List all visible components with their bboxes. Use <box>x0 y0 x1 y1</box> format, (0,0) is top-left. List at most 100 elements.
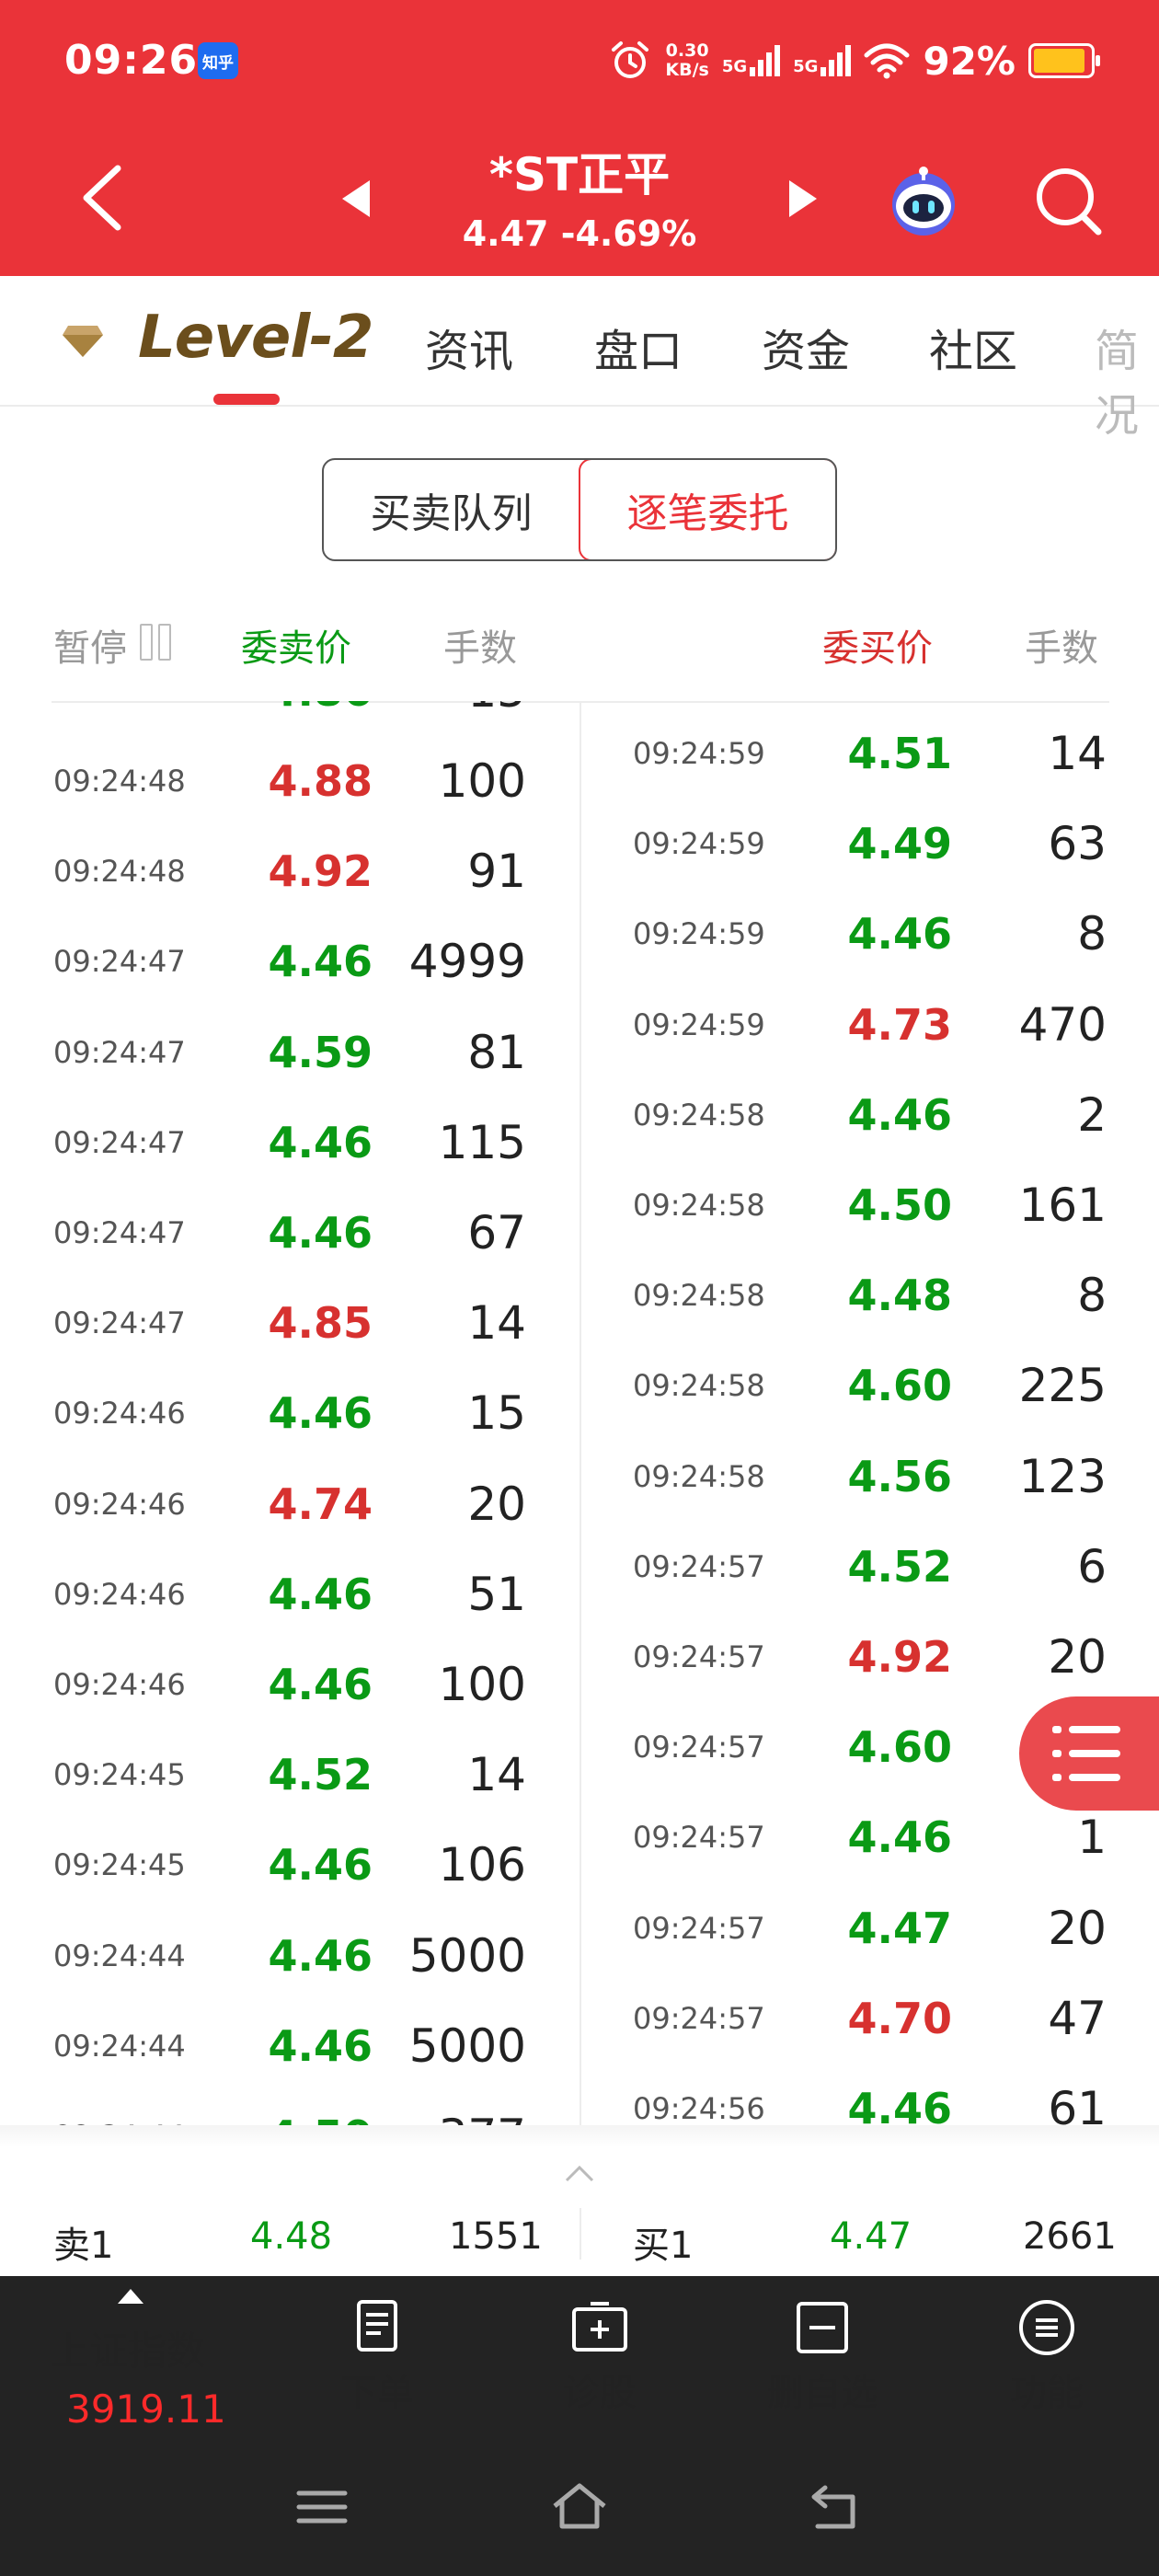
order-price: 4.46 <box>268 1388 373 1439</box>
zhihu-notification-icon: 知乎 <box>198 42 238 79</box>
tab-quote[interactable]: 盘口 <box>594 315 683 379</box>
table-row[interactable]: 09:24:46 4.74 20 <box>0 1459 580 1549</box>
diagnose-icon <box>572 2302 627 2352</box>
system-back-icon[interactable] <box>805 2475 869 2539</box>
table-row[interactable]: 09:24:48 4.88 100 <box>0 736 580 826</box>
nav-order-button[interactable]: 下单 <box>294 2298 460 2416</box>
buy-orders-list[interactable]: 09:24:59 4.51 14 09:24:59 4.49 63 09:24:59 4.46… <box>581 701 1159 2141</box>
order-time: 09:24:47 <box>53 1215 186 1250</box>
table-row[interactable]: 09:24:57 4.47 20 <box>581 1883 1159 1973</box>
table-row[interactable]: 09:24:59 4.49 63 <box>581 799 1159 889</box>
order-price: 4.74 <box>268 1478 373 1529</box>
order-qty: 123 <box>1018 1449 1107 1503</box>
nav-remove-watch-button[interactable]: 删自选 <box>740 2298 905 2416</box>
search-icon[interactable] <box>1032 164 1106 237</box>
order-price: 4.88 <box>268 756 373 806</box>
table-row-partial[interactable]: 4.86 15 <box>0 701 580 736</box>
sell-orders-list[interactable]: 4.861509:24:484.8810009:24:484.929109:24… <box>0 701 580 2141</box>
stock-price-change: 4.47 -4.69% <box>462 213 697 254</box>
status-time: 09:26 <box>64 37 199 84</box>
order-qty: 20 <box>1048 1630 1107 1684</box>
table-row[interactable]: 09:24:59 4.51 14 <box>581 708 1159 799</box>
table-row[interactable]: 09:24:57 4.92 20 <box>581 1612 1159 1702</box>
chevron-up-icon[interactable] <box>563 2162 596 2184</box>
table-row[interactable]: 09:24:47 4.46 115 <box>0 1098 580 1188</box>
order-qty: 2 <box>1077 1087 1107 1142</box>
nav-diagnose-button[interactable]: 诊股 <box>517 2298 683 2416</box>
table-row[interactable]: 09:24:44 4.46 5000 <box>0 1911 580 2001</box>
table-row[interactable]: 09:24:46 4.46 15 <box>0 1368 580 1458</box>
table-row[interactable]: 09:24:58 4.56 123 <box>581 1432 1159 1522</box>
back-arrow-icon[interactable] <box>74 161 129 235</box>
pause-icon[interactable] <box>140 624 171 661</box>
order-qty: 4999 <box>408 935 526 989</box>
index-value[interactable]: 3919.11 <box>66 2386 226 2432</box>
order-time: 09:24:58 <box>633 1278 765 1314</box>
order-qty: 15 <box>467 1386 526 1441</box>
next-stock-icon[interactable] <box>789 180 817 217</box>
order-view-toggle: 买卖队列 逐笔委托 <box>322 458 837 561</box>
segment-order-queue[interactable]: 买卖队列 <box>324 460 579 559</box>
table-row[interactable]: 09:24:47 4.46 67 <box>0 1188 580 1278</box>
diamond-level2-icon <box>63 326 103 357</box>
ask1-label: 卖1 <box>53 2225 114 2267</box>
order-time: 09:24:59 <box>633 826 765 862</box>
segment-tick-orders[interactable]: 逐笔委托 <box>579 460 835 559</box>
tab-news[interactable]: 资讯 <box>425 315 513 379</box>
signal-5g-1-icon: 5G <box>722 45 781 76</box>
table-row[interactable]: 09:24:58 4.60 225 <box>581 1340 1159 1431</box>
order-qty: 225 <box>1018 1359 1107 1413</box>
table-row[interactable]: 09:24:57 4.52 6 <box>581 1522 1159 1612</box>
bid1-price: 4.47 <box>830 2215 912 2258</box>
status-indicators: 0.30 KB/s 5G 5G 92% <box>608 35 1100 86</box>
table-row[interactable]: 09:24:47 4.46 4999 <box>0 916 580 1006</box>
order-price: 4.86 <box>225 701 373 716</box>
table-row[interactable]: 09:24:58 4.46 2 <box>581 1070 1159 1160</box>
order-qty: 63 <box>1048 817 1107 871</box>
pause-button[interactable]: 暂停 <box>53 618 127 672</box>
table-row[interactable]: 09:24:46 4.46 51 <box>0 1549 580 1639</box>
order-time: 09:24:46 <box>53 1667 186 1702</box>
table-row[interactable]: 09:24:58 4.48 8 <box>581 1250 1159 1340</box>
tab-level2[interactable]: Level-2 <box>138 304 373 372</box>
active-tab-indicator <box>213 394 280 405</box>
table-row[interactable]: 09:24:47 4.59 81 <box>0 1007 580 1098</box>
nav-function-button[interactable]: 功能 <box>964 2298 1130 2416</box>
order-time: 09:24:57 <box>633 1910 765 1946</box>
robot-assistant-icon[interactable] <box>883 164 964 237</box>
order-qty: 47 <box>1048 1991 1107 2045</box>
order-time: 09:24:58 <box>633 1458 765 1494</box>
table-row[interactable]: 09:24:45 4.52 14 <box>0 1730 580 1820</box>
table-row[interactable]: 09:24:57 4.70 47 <box>581 1973 1159 2064</box>
battery-level <box>1034 49 1085 73</box>
table-row[interactable]: 09:24:45 4.46 106 <box>0 1820 580 1910</box>
tab-funds[interactable]: 资金 <box>762 315 850 379</box>
order-price: 4.60 <box>847 1361 953 1411</box>
order-price: 4.49 <box>847 819 953 869</box>
order-time: 09:24:59 <box>633 1006 765 1042</box>
table-row[interactable]: 09:24:59 4.46 8 <box>581 889 1159 979</box>
order-qty: 100 <box>438 754 526 808</box>
system-menu-icon[interactable] <box>290 2475 354 2539</box>
order-time: 09:24:47 <box>53 1124 186 1160</box>
battery-percent: 92% <box>923 38 1016 84</box>
bid1-qty: 2661 <box>1023 2215 1117 2258</box>
order-time: 09:24:57 <box>633 1730 765 1765</box>
index-expand-icon[interactable] <box>118 2289 143 2304</box>
table-row[interactable]: 09:24:44 4.46 5000 <box>0 2001 580 2091</box>
list-menu-button[interactable] <box>1019 1696 1159 1811</box>
tab-community[interactable]: 社区 <box>929 315 1017 379</box>
order-price: 4.48 <box>847 1271 953 1321</box>
order-time: 09:24:47 <box>53 1305 186 1341</box>
table-row[interactable]: 09:24:48 4.92 91 <box>0 826 580 916</box>
ask1-price: 4.48 <box>250 2215 333 2258</box>
index-name[interactable]: 上证指数 <box>51 2320 205 2376</box>
tab-profile[interactable]: 简况 <box>1095 315 1159 443</box>
table-row[interactable]: 09:24:59 4.73 470 <box>581 980 1159 1070</box>
system-home-icon[interactable] <box>547 2475 612 2539</box>
table-row[interactable]: 09:24:47 4.85 14 <box>0 1278 580 1368</box>
order-time: 09:24:45 <box>53 1757 186 1793</box>
table-row[interactable]: 09:24:46 4.46 100 <box>0 1639 580 1730</box>
prev-stock-icon[interactable] <box>342 180 370 217</box>
table-row[interactable]: 09:24:58 4.50 161 <box>581 1160 1159 1250</box>
